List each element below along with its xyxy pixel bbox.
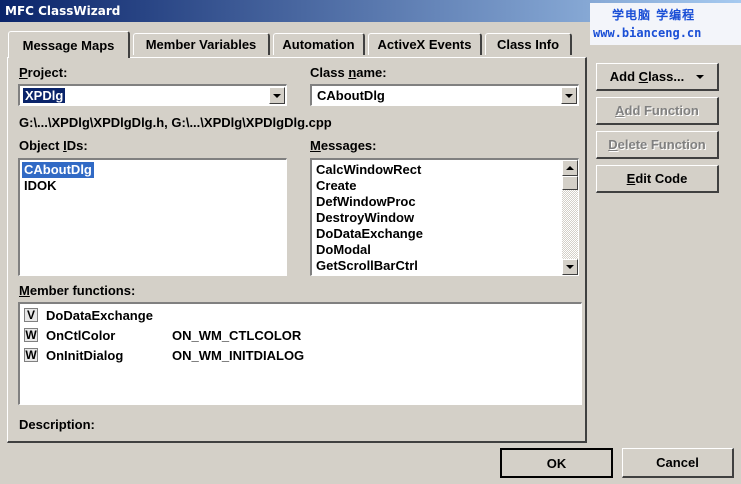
tab-message-maps[interactable]: Message Maps	[8, 31, 130, 58]
message-map-entry: ON_WM_INITDIALOG	[172, 348, 305, 363]
list-item[interactable]: CAboutDlg	[22, 162, 94, 178]
watermark-chinese-text: 学电脑 学编程	[612, 8, 696, 22]
description-label: Description:	[19, 417, 95, 432]
file-paths: G:\...\XPDlg\XPDlgDlg.h, G:\...\XPDlg\XP…	[19, 115, 332, 130]
virtual-function-icon: V	[24, 308, 38, 322]
ok-button[interactable]: OK	[500, 448, 613, 478]
chevron-down-icon	[565, 93, 573, 98]
classname-value: CAboutDlg	[317, 88, 385, 103]
function-name: DoDataExchange	[46, 308, 153, 323]
project-combobox[interactable]: XPDlg	[18, 84, 287, 106]
delete-function-button[interactable]: Delete Function	[596, 131, 719, 159]
list-item[interactable]: Create	[314, 178, 358, 194]
object-ids-list[interactable]: CAboutDlg IDOK	[18, 158, 287, 276]
table-row[interactable]: V DoDataExchange	[20, 306, 580, 324]
messages-label: Messages:	[310, 138, 377, 153]
scroll-thumb[interactable]	[562, 176, 578, 190]
project-dropdown-button[interactable]	[269, 87, 285, 104]
tab-automation[interactable]: Automation	[273, 33, 365, 55]
arrow-up-icon	[566, 166, 574, 170]
list-item[interactable]: DestroyWindow	[314, 210, 416, 226]
object-ids-label: Object IDs:	[19, 138, 88, 153]
tab-class-info[interactable]: Class Info	[485, 33, 572, 55]
classname-combobox[interactable]: CAboutDlg	[310, 84, 579, 106]
watermark-url: www.bianceng.cn	[593, 26, 702, 40]
message-map-entry: ON_WM_CTLCOLOR	[172, 328, 302, 343]
messages-list[interactable]: CalcWindowRect Create DefWindowProc Dest…	[310, 158, 579, 276]
scroll-up-button[interactable]	[562, 160, 578, 176]
project-value: XPDlg	[23, 88, 66, 103]
edit-code-button[interactable]: Edit Code	[596, 165, 719, 193]
project-label: Project:	[19, 65, 68, 80]
cancel-button[interactable]: Cancel	[622, 448, 734, 478]
function-name: OnInitDialog	[46, 348, 124, 363]
add-class-button[interactable]: Add Class...	[596, 63, 719, 91]
windows-message-icon: W	[24, 348, 38, 362]
list-item[interactable]: IDOK	[22, 178, 59, 194]
windows-message-icon: W	[24, 328, 38, 342]
member-functions-list[interactable]: V DoDataExchange W OnCtlColor ON_WM_CTLC…	[18, 302, 582, 405]
function-name: OnCtlColor	[46, 328, 116, 343]
list-item[interactable]: DefWindowProc	[314, 194, 418, 210]
scroll-down-button[interactable]	[562, 259, 578, 275]
member-functions-label: Member functions:	[19, 283, 136, 298]
tab-activex-events[interactable]: ActiveX Events	[368, 33, 482, 55]
table-row[interactable]: W OnInitDialog ON_WM_INITDIALOG	[20, 346, 580, 364]
add-function-button[interactable]: Add Function	[596, 97, 719, 125]
chevron-down-icon	[273, 93, 281, 98]
add-class-label: Add Class...	[609, 69, 685, 84]
tab-member-variables[interactable]: Member Variables	[133, 33, 270, 55]
arrow-down-icon	[566, 265, 574, 269]
chevron-down-icon	[696, 74, 705, 79]
classname-label: Class name:	[310, 65, 387, 80]
list-item[interactable]: DoModal	[314, 242, 373, 258]
messages-scrollbar[interactable]	[562, 160, 578, 275]
list-item[interactable]: CalcWindowRect	[314, 162, 423, 178]
window-title: MFC ClassWizard	[5, 4, 121, 18]
list-item[interactable]: DoDataExchange	[314, 226, 425, 242]
table-row[interactable]: W OnCtlColor ON_WM_CTLCOLOR	[20, 326, 580, 344]
classname-dropdown-button[interactable]	[561, 87, 577, 104]
list-item[interactable]: GetScrollBarCtrl	[314, 258, 420, 274]
